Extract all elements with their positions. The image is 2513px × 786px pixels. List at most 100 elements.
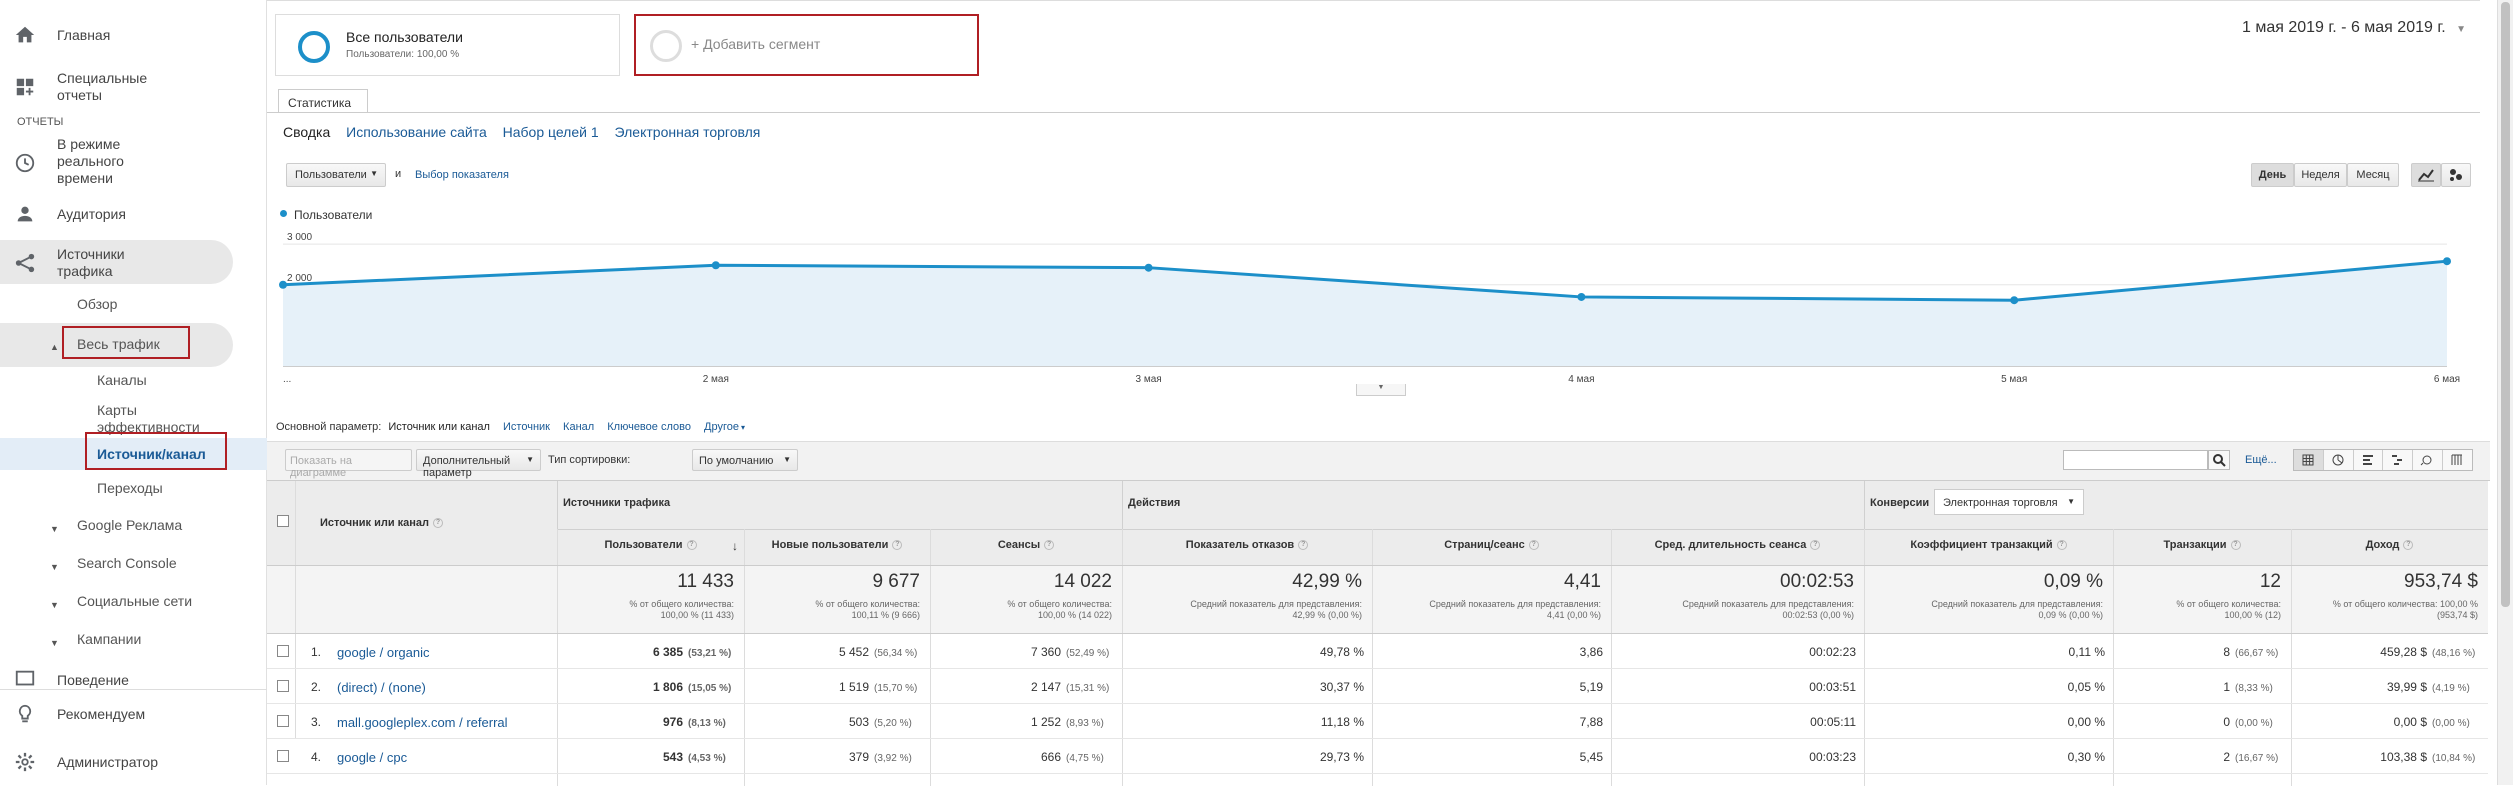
total-sub-label: % от общего количества: 100,00 % bbox=[2332, 599, 2478, 609]
dimension-source-medium[interactable]: Источник или канал bbox=[388, 421, 490, 433]
subtab-ecommerce[interactable]: Электронная торговля bbox=[615, 124, 761, 140]
nav-admin[interactable]: Администратор bbox=[0, 751, 267, 775]
column-header[interactable]: Коэффициент транзакций? bbox=[1864, 539, 2113, 551]
pie-chart-icon bbox=[2332, 454, 2344, 466]
nav-channels[interactable]: Каналы bbox=[97, 372, 147, 388]
row-dimension-link[interactable]: mall.googleplex.com / referral bbox=[337, 715, 508, 730]
nav-social[interactable]: Социальные сети bbox=[77, 593, 192, 609]
users-line-chart[interactable]: 3 0002 0001 000...2 мая3 мая4 мая5 мая6 … bbox=[267, 228, 2480, 398]
line-chart-button[interactable] bbox=[2411, 163, 2441, 187]
nav-home[interactable]: Главная bbox=[0, 24, 267, 48]
nav-realtime[interactable]: В режиме реального времени bbox=[0, 136, 267, 190]
choose-metric-link[interactable]: Выбор показателя bbox=[415, 169, 509, 181]
dimension-source[interactable]: Источник bbox=[503, 421, 550, 433]
column-header[interactable]: Доход? bbox=[2291, 539, 2488, 551]
nav-google-ads[interactable]: Google Реклама bbox=[77, 517, 182, 533]
dashboard-grid-icon bbox=[16, 78, 34, 96]
nav-audience[interactable]: Аудитория bbox=[0, 203, 267, 227]
dimension-other[interactable]: Другое bbox=[704, 421, 739, 433]
column-header[interactable]: Сеансы? bbox=[930, 539, 1122, 551]
cell-value: 976 bbox=[662, 715, 683, 729]
segment-all-users[interactable]: Все пользователи Пользователи: 100,00 % bbox=[275, 14, 620, 76]
view-term-cloud-button[interactable] bbox=[2413, 450, 2444, 470]
table-cell: 2 (16,67 %) bbox=[2113, 750, 2283, 764]
view-pivot-button[interactable] bbox=[2443, 450, 2472, 470]
column-header[interactable]: Сред. длительность сеанса? bbox=[1611, 539, 1864, 551]
chart-resize-handle[interactable]: ▼ bbox=[1356, 384, 1406, 396]
plot-rows-button[interactable]: Показать на диаграмме bbox=[285, 449, 412, 479]
view-comparison-button[interactable] bbox=[2383, 450, 2414, 470]
cell-value: 1 806 bbox=[652, 680, 683, 694]
subtab-summary[interactable]: Сводка bbox=[283, 124, 330, 140]
column-header[interactable]: Пользователи? ↓ bbox=[557, 539, 744, 553]
tab-statistics[interactable]: Статистика bbox=[278, 89, 368, 113]
row-checkbox[interactable] bbox=[277, 645, 289, 657]
column-header[interactable]: Новые пользователи? bbox=[744, 539, 930, 551]
metric-select-value: Пользователи bbox=[295, 169, 367, 181]
nav-search-console[interactable]: Search Console bbox=[77, 555, 177, 571]
table-search-input[interactable] bbox=[2063, 450, 2208, 470]
table-search-button[interactable] bbox=[2208, 450, 2230, 470]
nav-acquisition[interactable]: Источники трафика bbox=[0, 246, 267, 280]
data-table: Источник или канал? Источники трафика Дейс… bbox=[267, 480, 2490, 786]
view-performance-button[interactable] bbox=[2354, 450, 2384, 470]
subtab-goal-set-1[interactable]: Набор целей 1 bbox=[503, 124, 599, 140]
nav-behavior[interactable]: Поведение bbox=[0, 668, 267, 690]
view-data-button[interactable] bbox=[2294, 450, 2324, 470]
x-tick-label: 4 мая bbox=[1568, 374, 1594, 385]
period-day-button[interactable]: День bbox=[2251, 163, 2294, 187]
more-link[interactable]: Ещё... bbox=[2245, 454, 2277, 466]
lightbulb-icon bbox=[18, 704, 32, 723]
tab-underline bbox=[267, 112, 2480, 113]
cell-value: 00:05:11 bbox=[1810, 715, 1856, 729]
cell-value: 7,88 bbox=[1579, 715, 1603, 729]
row-dimension-link[interactable]: google / organic bbox=[337, 645, 430, 660]
row-dimension-link[interactable]: (direct) / (none) bbox=[337, 680, 426, 695]
subtab-site-usage[interactable]: Использование сайта bbox=[346, 124, 487, 140]
page-scrollbar[interactable] bbox=[2497, 0, 2513, 785]
column-divider bbox=[557, 481, 558, 529]
x-tick-label: 5 мая bbox=[2001, 374, 2027, 385]
row-checkbox[interactable] bbox=[277, 715, 289, 727]
nav-custom-reports[interactable]: Специальные отчеты bbox=[0, 70, 267, 106]
row-checkbox[interactable] bbox=[277, 680, 289, 692]
motion-chart-button[interactable] bbox=[2441, 163, 2471, 187]
dimension-medium[interactable]: Канал bbox=[563, 421, 594, 433]
date-range-picker[interactable]: 1 мая 2019 г. - 6 мая 2019 г. ▼ bbox=[2242, 19, 2466, 37]
column-header[interactable]: Страниц/сеанс? bbox=[1372, 539, 1611, 551]
header-select-all-checkbox[interactable] bbox=[277, 515, 289, 527]
person-icon bbox=[17, 206, 33, 222]
segment-all-users-sub: Пользователи: 100,00 % bbox=[346, 49, 460, 60]
table-cell: 00:03:51 bbox=[1611, 680, 1856, 694]
nav-referrals[interactable]: Переходы bbox=[97, 480, 163, 496]
row-checkbox[interactable] bbox=[277, 750, 289, 762]
data-point bbox=[279, 280, 287, 289]
period-week-button[interactable]: Неделя bbox=[2294, 163, 2347, 187]
cell-percent: (4,53 %) bbox=[688, 753, 726, 764]
view-percentage-button[interactable] bbox=[2324, 450, 2354, 470]
nav-discover[interactable]: Рекомендуем bbox=[0, 703, 267, 727]
behavior-icon bbox=[15, 670, 35, 686]
table-cell: 503 (5,20 %) bbox=[744, 715, 922, 729]
metric-select[interactable]: Пользователи ▼ bbox=[286, 163, 386, 187]
cell-percent: (56,34 %) bbox=[874, 648, 918, 659]
conversion-select[interactable]: Электронная торговля ▼ bbox=[1934, 489, 2084, 515]
row-dimension-link[interactable]: google / cpc bbox=[337, 750, 407, 765]
row-number: 4. bbox=[311, 750, 322, 764]
period-month-button[interactable]: Месяц bbox=[2347, 163, 2399, 187]
dimension-keyword[interactable]: Ключевое слово bbox=[607, 421, 691, 433]
nav-campaigns[interactable]: Кампании bbox=[77, 631, 141, 647]
add-segment-button[interactable]: + Добавить сегмент bbox=[634, 14, 979, 76]
cell-value: 543 bbox=[662, 750, 683, 764]
cell-percent: (8,93 %) bbox=[1066, 718, 1104, 729]
cell-value: 0,00 % bbox=[2067, 715, 2105, 729]
nav-overview[interactable]: Обзор bbox=[77, 296, 117, 312]
scrollbar-thumb[interactable] bbox=[2501, 2, 2510, 607]
nav-treemaps[interactable]: Карты эффективности bbox=[97, 402, 217, 436]
cell-value: 30,37 % bbox=[1319, 680, 1364, 694]
clock-icon bbox=[15, 153, 35, 173]
secondary-dimension-select[interactable]: Дополнительный параметр ▼ bbox=[416, 449, 541, 479]
column-header[interactable]: Транзакции? bbox=[2113, 539, 2291, 551]
sort-type-select[interactable]: По умолчанию ▼ bbox=[692, 449, 798, 471]
column-header[interactable]: Показатель отказов? bbox=[1122, 539, 1372, 551]
